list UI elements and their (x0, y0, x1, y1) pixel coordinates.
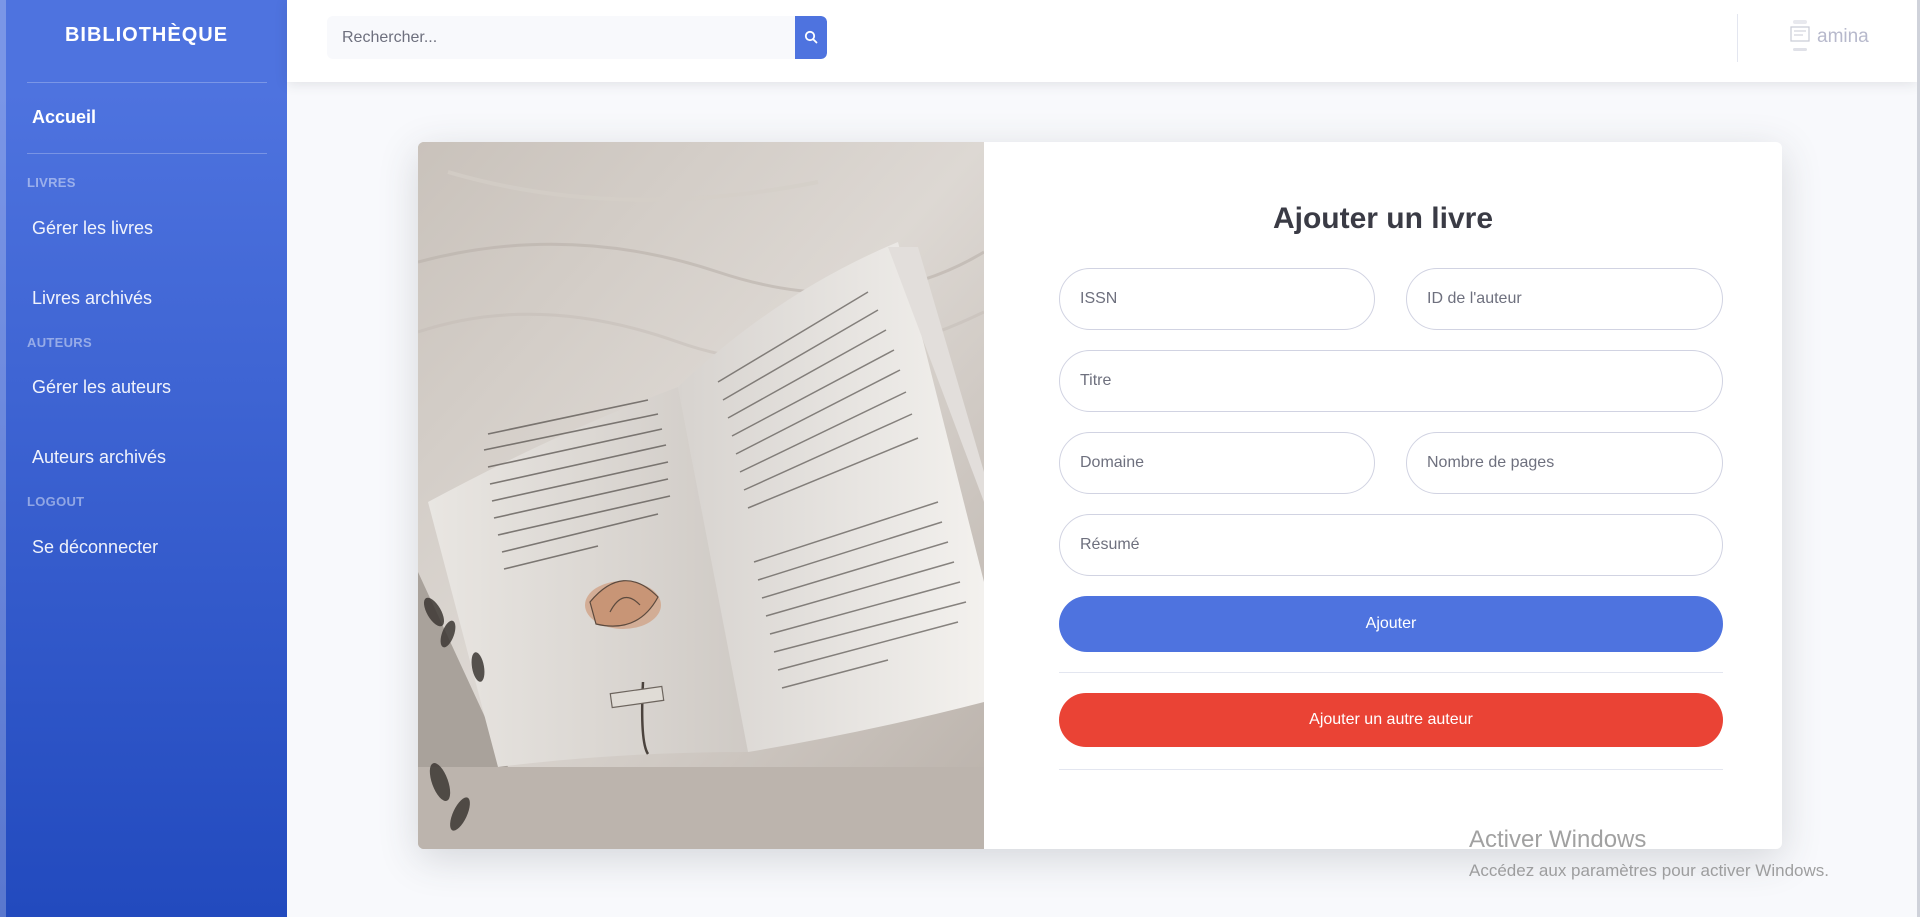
form-title: Ajouter un livre (1272, 202, 1494, 235)
form-divider (1059, 672, 1723, 673)
sidebar: BIBLIOTHÈQUE Accueil LIVRES Gérer les li… (0, 0, 287, 917)
sidebar-item-gerer-livres[interactable]: Gérer les livres (32, 218, 153, 239)
sidebar-section-logout: LOGOUT (27, 494, 85, 509)
book-illustration (418, 142, 984, 849)
brand-title[interactable]: BIBLIOTHÈQUE (0, 24, 293, 47)
windows-activation-subtitle: Accédez aux paramètres pour activer Wind… (1469, 861, 1829, 880)
author-id-field[interactable] (1406, 268, 1723, 330)
user-avatar-icon (1790, 20, 1810, 51)
windows-activation-title: Activer Windows (1469, 826, 1647, 853)
topbar-divider (1737, 14, 1738, 62)
sidebar-item-gerer-auteurs[interactable]: Gérer les auteurs (32, 377, 171, 398)
title-field[interactable] (1059, 350, 1723, 412)
open-book-image (418, 142, 984, 849)
user-name[interactable]: amina (1817, 26, 1869, 48)
sidebar-divider (27, 82, 267, 83)
sidebar-item-livres-archives[interactable]: Livres archivés (32, 288, 152, 309)
search-icon (804, 30, 818, 44)
topbar: amina (287, 0, 1917, 82)
add-book-button[interactable]: Ajouter (1059, 596, 1723, 652)
user-avatar[interactable] (1785, 18, 1815, 58)
sidebar-item-auteurs-archives[interactable]: Auteurs archivés (32, 447, 166, 468)
search-input[interactable] (327, 16, 795, 59)
sidebar-item-accueil[interactable]: Accueil (32, 107, 96, 128)
issn-field[interactable] (1059, 268, 1375, 330)
sidebar-item-se-deconnecter[interactable]: Se déconnecter (32, 537, 158, 558)
search-button[interactable] (795, 16, 827, 59)
add-author-button[interactable]: Ajouter un autre auteur (1059, 693, 1723, 747)
pages-field[interactable] (1406, 432, 1723, 494)
sidebar-divider (27, 153, 267, 154)
sidebar-section-livres: LIVRES (27, 175, 76, 190)
domain-field[interactable] (1059, 432, 1375, 494)
summary-field[interactable] (1059, 514, 1723, 576)
search-bar (327, 16, 827, 59)
form-divider (1059, 769, 1723, 770)
add-book-card: Ajouter un livre Ajouter Ajouter un autr… (418, 142, 1782, 849)
sidebar-section-auteurs: AUTEURS (27, 335, 92, 350)
